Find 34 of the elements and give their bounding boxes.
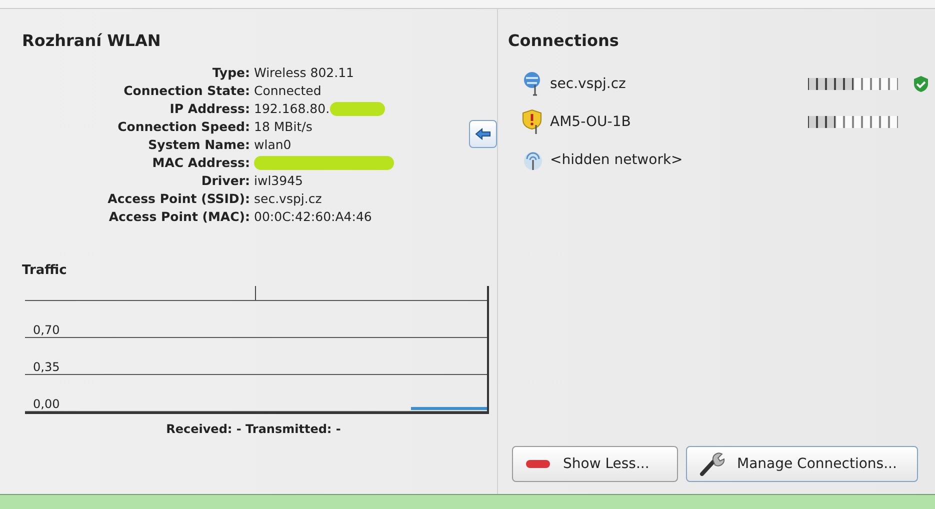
detail-value: iwl3945 [254, 172, 303, 189]
detail-value: sec.vspj.cz [254, 190, 322, 207]
minus-icon [525, 459, 551, 469]
network-name[interactable]: AM5-OU-1B [550, 114, 802, 130]
detail-label: Access Point (MAC): [108, 208, 250, 225]
warning-shield-icon [522, 109, 544, 135]
section-title: Traffic [22, 263, 68, 278]
wrench-icon [699, 452, 725, 476]
detail-label: MAC Address: [151, 154, 250, 171]
axis-label: 0,00 [33, 397, 60, 411]
detail-value: 18 MBit/s [254, 118, 312, 135]
detail-label: Connection State: [122, 82, 250, 99]
axis-label: 0,70 [33, 323, 60, 337]
detail-label: Access Point (SSID): [106, 190, 250, 207]
detail-value: Wireless 802.11 [254, 64, 354, 81]
back-button[interactable] [469, 120, 497, 148]
show-less-button[interactable]: Show Less... [512, 446, 678, 482]
detail-value: 00:0C:42:60:A4:46 [254, 208, 372, 225]
detail-value: wlan0 [254, 136, 292, 153]
traffic-summary: Received: - Transmitted: - [165, 422, 342, 436]
arrow-left-icon [475, 128, 491, 140]
detail-label: IP Address: [168, 100, 250, 117]
detail-value: 192.168.80. [254, 100, 330, 117]
detail-label: Driver: [200, 172, 250, 189]
section-title: Rozhraní WLAN [22, 31, 162, 50]
detail-label: System Name: [147, 136, 250, 153]
section-title: Connections [508, 31, 620, 50]
detail-value: Connected [254, 82, 322, 99]
network-name[interactable]: <hidden network> [550, 152, 802, 168]
detail-label: Connection Speed: [116, 118, 250, 135]
detail-label: Type: [211, 64, 250, 81]
axis-label: 0,35 [33, 360, 60, 374]
manage-connections-button[interactable]: Manage Connections... [686, 446, 918, 482]
network-name[interactable]: sec.vspj.cz [550, 76, 802, 92]
